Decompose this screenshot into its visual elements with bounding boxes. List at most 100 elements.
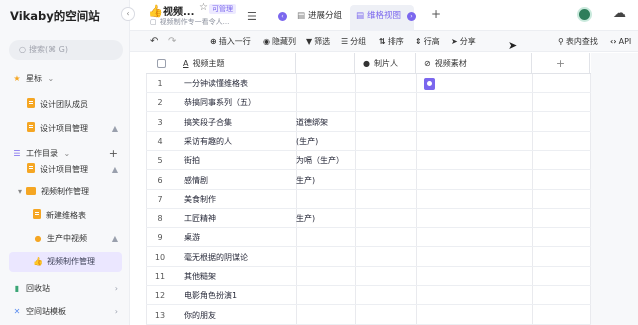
- producer-cell[interactable]: [356, 74, 415, 93]
- partial-cell[interactable]: [296, 286, 354, 305]
- filter-button[interactable]: ▼ 筛选: [306, 31, 330, 52]
- table-row[interactable]: 13 你的朋友: [146, 306, 591, 325]
- partial-cell[interactable]: 道德绑架: [296, 113, 354, 132]
- topic-cell[interactable]: 搞笑段子合集: [184, 113, 294, 132]
- partial-cell[interactable]: [296, 228, 354, 247]
- video-assets-cell[interactable]: [424, 190, 530, 209]
- video-assets-cell[interactable]: [424, 209, 530, 228]
- partial-cell[interactable]: 生产): [296, 171, 354, 190]
- partial-cell[interactable]: [296, 93, 354, 112]
- sidebar-item-design-projects-2[interactable]: 设计项目管理 ▲: [0, 160, 130, 180]
- partial-cell[interactable]: [296, 267, 354, 286]
- insert-row-button[interactable]: ⊕ 插入一行: [210, 31, 251, 52]
- producer-cell[interactable]: [356, 306, 415, 325]
- avatar[interactable]: [577, 7, 592, 22]
- producer-cell[interactable]: [356, 93, 415, 112]
- sidebar-item-design-team[interactable]: 设计团队成员: [0, 95, 130, 115]
- producer-cell[interactable]: [356, 267, 415, 286]
- table-row[interactable]: 4 采访有趣的人 (生产): [146, 132, 591, 151]
- redo-icon[interactable]: ↷: [168, 31, 176, 52]
- star-icon[interactable]: ☆: [199, 2, 208, 13]
- topic-cell[interactable]: 美食制作: [184, 190, 294, 209]
- hide-columns-button[interactable]: ◉ 隐藏列: [263, 31, 296, 52]
- producer-cell[interactable]: [356, 228, 415, 247]
- topic-cell[interactable]: 你的朋友: [184, 306, 294, 325]
- tab-progress-group[interactable]: ▤ 进展分组: [291, 5, 342, 31]
- starred-section[interactable]: ★ 星标 ⌄: [0, 69, 130, 89]
- table-row[interactable]: 2 恭搞同事系列（五）: [146, 93, 591, 113]
- video-assets-cell[interactable]: [424, 171, 530, 190]
- topic-cell[interactable]: 恭搞同事系列（五）: [184, 93, 294, 112]
- sort-button[interactable]: ⇅ 排序: [379, 31, 404, 52]
- undo-icon[interactable]: ↶: [150, 31, 158, 52]
- video-assets-cell[interactable]: [424, 132, 530, 151]
- topic-cell[interactable]: 工匠精神: [184, 209, 294, 228]
- producer-cell[interactable]: [356, 171, 415, 190]
- select-all-cell[interactable]: [146, 53, 174, 74]
- video-assets-cell[interactable]: [424, 113, 530, 132]
- video-assets-cell[interactable]: [424, 286, 530, 305]
- partial-cell[interactable]: [296, 74, 354, 93]
- add-view-button[interactable]: +: [431, 7, 441, 21]
- table-row[interactable]: 7 美食制作: [146, 190, 591, 209]
- producer-cell[interactable]: [356, 190, 415, 209]
- space-title[interactable]: Vikaby的空间站: [10, 8, 100, 24]
- table-row[interactable]: 11 其他糙架: [146, 267, 591, 286]
- collapse-sidebar-button[interactable]: ‹: [121, 7, 135, 21]
- sidebar-recycle-bin[interactable]: ▮ 回收站 ›: [0, 279, 130, 299]
- tab-next-icon[interactable]: ›: [407, 12, 416, 21]
- column-header-hidden[interactable]: [296, 53, 355, 74]
- topic-cell[interactable]: 电影角色扮演1: [184, 286, 294, 305]
- attachment-thumbnail-icon[interactable]: [424, 77, 435, 90]
- notification-icon[interactable]: ☁: [613, 6, 626, 21]
- table-row[interactable]: 9 桌游: [146, 228, 591, 248]
- table-row[interactable]: 12 电影角色扮演1: [146, 286, 591, 306]
- table-row[interactable]: 5 街拍 为嗝（生产）: [146, 151, 591, 171]
- sidebar-item-videos-in-production[interactable]: ● 生产中视频 ▲: [0, 229, 130, 249]
- topic-cell[interactable]: 街拍: [184, 151, 294, 170]
- partial-cell[interactable]: 生产): [296, 209, 354, 228]
- api-button[interactable]: ‹› API: [610, 31, 631, 52]
- video-assets-cell[interactable]: [424, 93, 530, 112]
- node-emoji-icon[interactable]: 👍: [148, 4, 163, 18]
- table-row[interactable]: 3 搞笑段子合集 道德绑架: [146, 113, 591, 132]
- video-assets-cell[interactable]: [424, 74, 530, 93]
- topic-cell[interactable]: 感情剧: [184, 171, 294, 190]
- row-height-button[interactable]: ⇕ 行高: [415, 31, 440, 52]
- column-header-topic[interactable]: A 视频主题: [174, 53, 296, 74]
- partial-cell[interactable]: (生产): [296, 132, 354, 151]
- video-assets-cell[interactable]: [424, 267, 530, 286]
- select-all-checkbox[interactable]: [157, 59, 166, 68]
- tab-vika-view[interactable]: ▤ 维格视图: [350, 5, 414, 31]
- producer-cell[interactable]: [356, 132, 415, 151]
- partial-cell[interactable]: 为嗝（生产）: [296, 151, 354, 170]
- sidebar-item-design-projects[interactable]: 设计项目管理 ▲: [0, 119, 130, 139]
- group-button[interactable]: ☰ 分组: [341, 31, 366, 52]
- partial-cell[interactable]: [296, 248, 354, 267]
- table-row[interactable]: 6 感情剧 生产): [146, 171, 591, 190]
- tab-prev-icon[interactable]: ‹: [278, 12, 287, 21]
- topic-cell[interactable]: 其他糙架: [184, 267, 294, 286]
- video-assets-cell[interactable]: [424, 306, 530, 325]
- producer-cell[interactable]: [356, 113, 415, 132]
- add-column-button[interactable]: +: [532, 53, 590, 74]
- column-header-video-assets[interactable]: ⊘ 视频素材: [416, 53, 532, 74]
- producer-cell[interactable]: [356, 286, 415, 305]
- node-description[interactable]: ▢ 视频制作专一看令人...: [150, 17, 229, 27]
- sidebar-folder-video-production[interactable]: ▾ 视频制作管理: [0, 182, 130, 202]
- producer-cell[interactable]: [356, 209, 415, 228]
- topic-cell[interactable]: 一分钟读懂维格表: [184, 74, 294, 93]
- table-row[interactable]: 1 一分钟读懂维格表: [146, 74, 591, 93]
- sidebar-templates[interactable]: ✕ 空间站模板 ›: [0, 302, 130, 322]
- find-in-table-button[interactable]: ⚲ 表内查找: [558, 31, 598, 52]
- video-assets-cell[interactable]: [424, 151, 530, 170]
- share-button[interactable]: ➤ 分享: [451, 31, 476, 52]
- sidebar-item-new-datasheet[interactable]: 新建维格表: [0, 206, 130, 226]
- partial-cell[interactable]: [296, 306, 354, 325]
- producer-cell[interactable]: [356, 248, 415, 267]
- video-assets-cell[interactable]: [424, 228, 530, 247]
- sidebar-item-video-management[interactable]: 👍 视频制作管理: [9, 252, 122, 272]
- partial-cell[interactable]: [296, 190, 354, 209]
- search-input[interactable]: ○ 搜索(⌘ G): [9, 40, 123, 60]
- table-row[interactable]: 8 工匠精神 生产): [146, 209, 591, 229]
